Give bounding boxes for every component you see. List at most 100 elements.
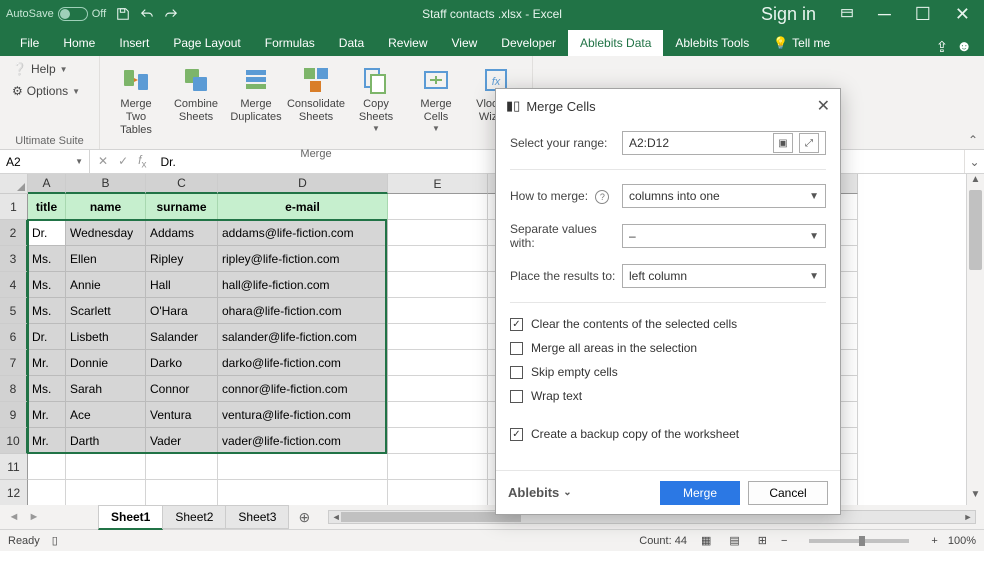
merge-duplicates-button[interactable]: MergeDuplicates [228, 60, 284, 128]
place-select[interactable]: left column▼ [622, 264, 826, 288]
name-box[interactable]: A2 ▼ [0, 150, 90, 173]
tab-view[interactable]: View [440, 30, 490, 56]
share-icon[interactable]: ⇪ [936, 38, 949, 56]
merge-cells-button[interactable]: MergeCells▼ [408, 60, 464, 137]
zoom-out-icon[interactable]: − [781, 535, 787, 547]
add-sheet-button[interactable]: ⊕ [288, 505, 320, 530]
row-header[interactable]: 4 [0, 272, 28, 298]
cell[interactable]: salander@life-fiction.com [218, 324, 388, 350]
how-select[interactable]: columns into one▼ [622, 184, 826, 208]
tell-me-button[interactable]: 💡Tell me [761, 30, 842, 56]
cell[interactable]: surname [146, 194, 218, 220]
cell[interactable]: ripley@life-fiction.com [218, 246, 388, 272]
backup-checkbox[interactable]: ✓Create a backup copy of the worksheet [510, 427, 826, 441]
cell[interactable] [66, 480, 146, 505]
merge-areas-checkbox[interactable]: Merge all areas in the selection [510, 341, 826, 355]
cell[interactable] [388, 402, 488, 428]
tab-developer[interactable]: Developer [489, 30, 568, 56]
cell[interactable]: ohara@life-fiction.com [218, 298, 388, 324]
combine-sheets-button[interactable]: CombineSheets [168, 60, 224, 128]
cell[interactable] [146, 454, 218, 480]
cell[interactable] [218, 480, 388, 505]
sheet-nav-prev-icon[interactable]: ◄ [9, 511, 20, 523]
tab-ablebits-tools[interactable]: Ablebits Tools [663, 30, 761, 56]
cell[interactable]: hall@life-fiction.com [218, 272, 388, 298]
row-header[interactable]: 3 [0, 246, 28, 272]
row-header[interactable]: 9 [0, 402, 28, 428]
collapse-ribbon-icon[interactable]: ⌃ [968, 133, 978, 147]
scroll-up-icon[interactable]: ▲ [967, 174, 984, 190]
cell[interactable]: Ms. [28, 246, 66, 272]
cell[interactable]: Hall [146, 272, 218, 298]
sheet-tab-sheet3[interactable]: Sheet3 [225, 505, 289, 529]
scroll-right-icon[interactable]: ► [961, 512, 975, 522]
cell[interactable]: Mr. [28, 428, 66, 454]
ribbon-display-icon[interactable] [832, 3, 862, 25]
row-header[interactable]: 1 [0, 194, 28, 220]
save-icon[interactable] [116, 7, 130, 21]
scroll-down-icon[interactable]: ▼ [967, 489, 984, 505]
cell[interactable]: Darko [146, 350, 218, 376]
consolidate-sheets-button[interactable]: ConsolidateSheets [288, 60, 344, 128]
cell[interactable]: Addams [146, 220, 218, 246]
cell[interactable] [388, 376, 488, 402]
ablebits-brand[interactable]: Ablebits ⌄ [508, 485, 572, 500]
redo-icon[interactable] [164, 7, 178, 21]
expand-formula-bar-icon[interactable]: ⌄ [964, 150, 984, 173]
cell[interactable]: Wednesday [66, 220, 146, 246]
column-header-E[interactable]: E [388, 174, 488, 194]
select-all-corner[interactable] [0, 174, 28, 194]
tab-home[interactable]: Home [51, 30, 107, 56]
row-header[interactable]: 6 [0, 324, 28, 350]
cell[interactable]: darko@life-fiction.com [218, 350, 388, 376]
options-button[interactable]: ⚙ Options ▼ [8, 82, 84, 100]
cell[interactable] [388, 246, 488, 272]
separator-select[interactable]: –▼ [622, 224, 826, 248]
column-header-B[interactable]: B [66, 174, 146, 194]
row-header[interactable]: 11 [0, 454, 28, 480]
vertical-scrollbar[interactable]: ▲ ▼ [966, 174, 984, 505]
cell[interactable]: Mr. [28, 350, 66, 376]
close-icon[interactable]: ✕ [947, 1, 978, 27]
merge-two-tables-button[interactable]: MergeTwo Tables [108, 60, 164, 142]
cell[interactable]: name [66, 194, 146, 220]
sheet-tab-sheet1[interactable]: Sheet1 [98, 505, 163, 530]
cell[interactable]: title [28, 194, 66, 220]
skip-empty-checkbox[interactable]: Skip empty cells [510, 365, 826, 379]
cell[interactable] [388, 298, 488, 324]
cell[interactable] [388, 324, 488, 350]
zoom-in-icon[interactable]: + [931, 535, 937, 547]
merge-button[interactable]: Merge [660, 481, 740, 505]
tab-page-layout[interactable]: Page Layout [161, 30, 252, 56]
column-header-A[interactable]: A [28, 174, 66, 194]
cell[interactable]: Annie [66, 272, 146, 298]
tab-review[interactable]: Review [376, 30, 439, 56]
row-header[interactable]: 2 [0, 220, 28, 246]
record-macro-icon[interactable]: ▯ [52, 534, 58, 547]
cell[interactable] [388, 220, 488, 246]
cell[interactable]: Sarah [66, 376, 146, 402]
cell[interactable] [388, 272, 488, 298]
cell[interactable] [388, 194, 488, 220]
cell[interactable]: Ms. [28, 376, 66, 402]
cell[interactable]: Ripley [146, 246, 218, 272]
column-header-D[interactable]: D [218, 174, 388, 194]
zoom-level[interactable]: 100% [948, 535, 976, 547]
cell[interactable]: vader@life-fiction.com [218, 428, 388, 454]
cell[interactable] [218, 454, 388, 480]
cell[interactable]: Connor [146, 376, 218, 402]
cell[interactable]: Ventura [146, 402, 218, 428]
sheet-nav-next-icon[interactable]: ► [29, 511, 40, 523]
help-icon[interactable]: ? [595, 190, 609, 204]
help-button[interactable]: ❔ Help ▼ [8, 60, 72, 78]
cell[interactable] [28, 480, 66, 505]
page-layout-view-icon[interactable]: ▤ [725, 532, 743, 549]
autosave-toggle[interactable]: AutoSave Off [6, 7, 106, 21]
cell[interactable]: Darth [66, 428, 146, 454]
normal-view-icon[interactable]: ▦ [697, 532, 715, 549]
undo-icon[interactable] [140, 7, 154, 21]
cell[interactable]: Lisbeth [66, 324, 146, 350]
cell[interactable]: Dr. [28, 220, 66, 246]
expand-range-icon[interactable]: ⤢ [799, 133, 819, 153]
cell[interactable]: Mr. [28, 402, 66, 428]
